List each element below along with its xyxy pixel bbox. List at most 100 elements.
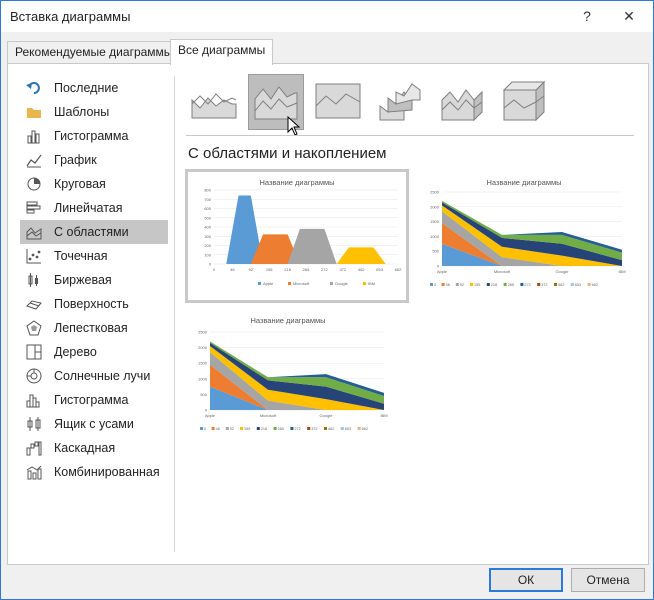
stock-chart-icon bbox=[26, 272, 42, 288]
legend-label: 462 bbox=[558, 283, 564, 287]
folder-icon bbox=[26, 104, 42, 120]
sidebar-item-waterfall[interactable]: Каскадная bbox=[20, 436, 168, 460]
legend-swatch bbox=[340, 427, 344, 430]
legend-label: 653 bbox=[575, 283, 581, 287]
y-tick-label: 800 bbox=[204, 188, 211, 193]
help-button[interactable]: ? bbox=[573, 5, 601, 27]
y-tick-label: 500 bbox=[432, 249, 439, 254]
subtype-stacked-area-3d[interactable] bbox=[434, 74, 490, 130]
sidebar-item-box-whisker[interactable]: Ящик с усами bbox=[20, 412, 168, 436]
sidebar-item-label: Точечная bbox=[54, 249, 108, 263]
legend-swatch bbox=[430, 283, 433, 286]
cancel-button[interactable]: Отмена bbox=[571, 568, 645, 592]
y-tick-label: 100 bbox=[204, 252, 211, 257]
legend-label: 46 bbox=[446, 283, 450, 287]
sidebar-item-bar-chart[interactable]: Линейчатая bbox=[20, 196, 168, 220]
sidebar-item-label: Каскадная bbox=[54, 441, 116, 455]
x-tick-label: 92 bbox=[249, 267, 254, 272]
treemap-icon bbox=[26, 344, 42, 360]
sidebar-item-folder[interactable]: Шаблоны bbox=[20, 100, 168, 124]
insert-chart-dialog: Вставка диаграммы ? ✕ Рекомендуемые диаг… bbox=[0, 0, 654, 600]
legend-swatch bbox=[324, 427, 327, 430]
tab-recommended-charts[interactable]: Рекомендуемые диаграммы bbox=[7, 41, 181, 63]
x-tick-label: 218 bbox=[284, 267, 291, 272]
close-button[interactable]: ✕ bbox=[615, 5, 643, 27]
y-tick-label: 700 bbox=[204, 197, 211, 202]
sidebar-item-combo-chart[interactable]: Комбинированная bbox=[20, 460, 168, 484]
sidebar-item-label: Комбинированная bbox=[54, 465, 160, 479]
chart-category-list: Последние Шаблоны Гистограмма График Кругова… bbox=[20, 76, 168, 484]
legend-label: 218 bbox=[261, 427, 267, 431]
x-tick-label: 46 bbox=[230, 267, 235, 272]
legend-label: 155 bbox=[474, 283, 480, 287]
x-tick-label: 0 bbox=[213, 267, 216, 272]
sidebar-item-line-chart[interactable]: График bbox=[20, 148, 168, 172]
subtype-percent-stacked-area[interactable] bbox=[310, 74, 366, 130]
legend-label: Apple bbox=[263, 281, 274, 286]
x-tick-label: Apple bbox=[437, 269, 448, 274]
sidebar-item-undo-arrow[interactable]: Последние bbox=[20, 76, 168, 100]
waterfall-icon bbox=[26, 440, 42, 456]
subtype-area-3d[interactable] bbox=[372, 74, 428, 130]
y-tick-label: 0 bbox=[437, 264, 440, 269]
sidebar-item-scatter-chart[interactable]: Точечная bbox=[20, 244, 168, 268]
subtype-percent-stacked-area-3d[interactable] bbox=[496, 74, 552, 130]
area-3d-icon bbox=[379, 83, 421, 121]
sidebar-item-radar-chart[interactable]: Лепестковая bbox=[20, 316, 168, 340]
chart-preview-2[interactable]: Название диаграммы 0 500 1000 1500 2000 2500 A… bbox=[416, 172, 632, 300]
chart-preview-2-plot: 0 500 1000 1500 2000 2500 Apple Microsoft Google… bbox=[430, 190, 626, 287]
legend-label: 462 bbox=[328, 427, 334, 431]
legend-swatch bbox=[470, 283, 473, 286]
legend-label: 272 bbox=[294, 427, 300, 431]
ok-button[interactable]: ОК bbox=[489, 568, 563, 592]
mouse-cursor-icon bbox=[287, 115, 301, 136]
legend-label: 0 bbox=[204, 427, 206, 431]
x-tick-label: IBM bbox=[618, 269, 625, 274]
legend-label: 218 bbox=[491, 283, 497, 287]
x-tick-label: 265 bbox=[303, 267, 310, 272]
sidebar-item-label: Поверхность bbox=[54, 297, 129, 311]
legend-swatch bbox=[290, 427, 294, 430]
sidebar-item-stock-chart[interactable]: Биржевая bbox=[20, 268, 168, 292]
legend-label: 265 bbox=[508, 283, 514, 287]
x-tick-label: Google bbox=[556, 269, 570, 274]
sidebar-item-column-chart[interactable]: Гистограмма bbox=[20, 124, 168, 148]
legend-swatch bbox=[211, 427, 215, 430]
legend-swatch bbox=[486, 283, 490, 286]
tab-all-charts[interactable]: Все диаграммы bbox=[170, 39, 274, 65]
chart-preview-1[interactable]: Название диаграммы 0 100 200 300 400 500 600 70… bbox=[185, 169, 409, 303]
legend-swatch bbox=[288, 282, 291, 285]
legend-swatch bbox=[330, 282, 333, 285]
sidebar-item-label: Ящик с усами bbox=[54, 417, 134, 431]
y-tick-label: 500 bbox=[200, 392, 207, 397]
legend-label: 265 bbox=[278, 427, 284, 431]
sidebar-item-area-chart[interactable]: С областями bbox=[20, 220, 168, 244]
sidebar-item-sunburst[interactable]: Солнечные лучи bbox=[20, 364, 168, 388]
legend-swatch bbox=[455, 283, 459, 286]
sidebar-item-histogram[interactable]: Гистограмма bbox=[20, 388, 168, 412]
sidebar-item-pie-chart[interactable]: Круговая bbox=[20, 172, 168, 196]
legend-swatch bbox=[363, 282, 366, 285]
legend-swatch bbox=[520, 283, 524, 286]
x-tick-label: Microsoft bbox=[260, 413, 277, 418]
chart-preview-3[interactable]: Название диаграммы 0 500 1000 1500 2000 2500 A… bbox=[188, 310, 388, 438]
legend-swatch bbox=[225, 427, 229, 430]
sidebar-item-treemap[interactable]: Дерево bbox=[20, 340, 168, 364]
x-tick-label: 372 bbox=[339, 267, 346, 272]
legend-label: 372 bbox=[311, 427, 317, 431]
bar-chart-icon bbox=[26, 200, 42, 216]
legend-label: 46 bbox=[216, 427, 220, 431]
x-tick-label: 272 bbox=[321, 267, 328, 272]
legend-swatch bbox=[273, 427, 277, 430]
sidebar-item-surface-chart[interactable]: Поверхность bbox=[20, 292, 168, 316]
legend-swatch bbox=[258, 282, 261, 285]
sunburst-icon bbox=[26, 368, 42, 384]
legend-swatch bbox=[537, 283, 541, 286]
legend-swatch bbox=[307, 427, 311, 430]
x-tick-label: IBM bbox=[380, 413, 387, 418]
chart-preview-3-plot: 0 500 1000 1500 2000 2500 Apple Microsoft Google… bbox=[198, 330, 387, 432]
subtype-area[interactable] bbox=[186, 74, 242, 130]
area-icon bbox=[191, 93, 237, 119]
y-tick-label: 400 bbox=[204, 225, 211, 230]
legend-label: 662 bbox=[362, 427, 368, 431]
